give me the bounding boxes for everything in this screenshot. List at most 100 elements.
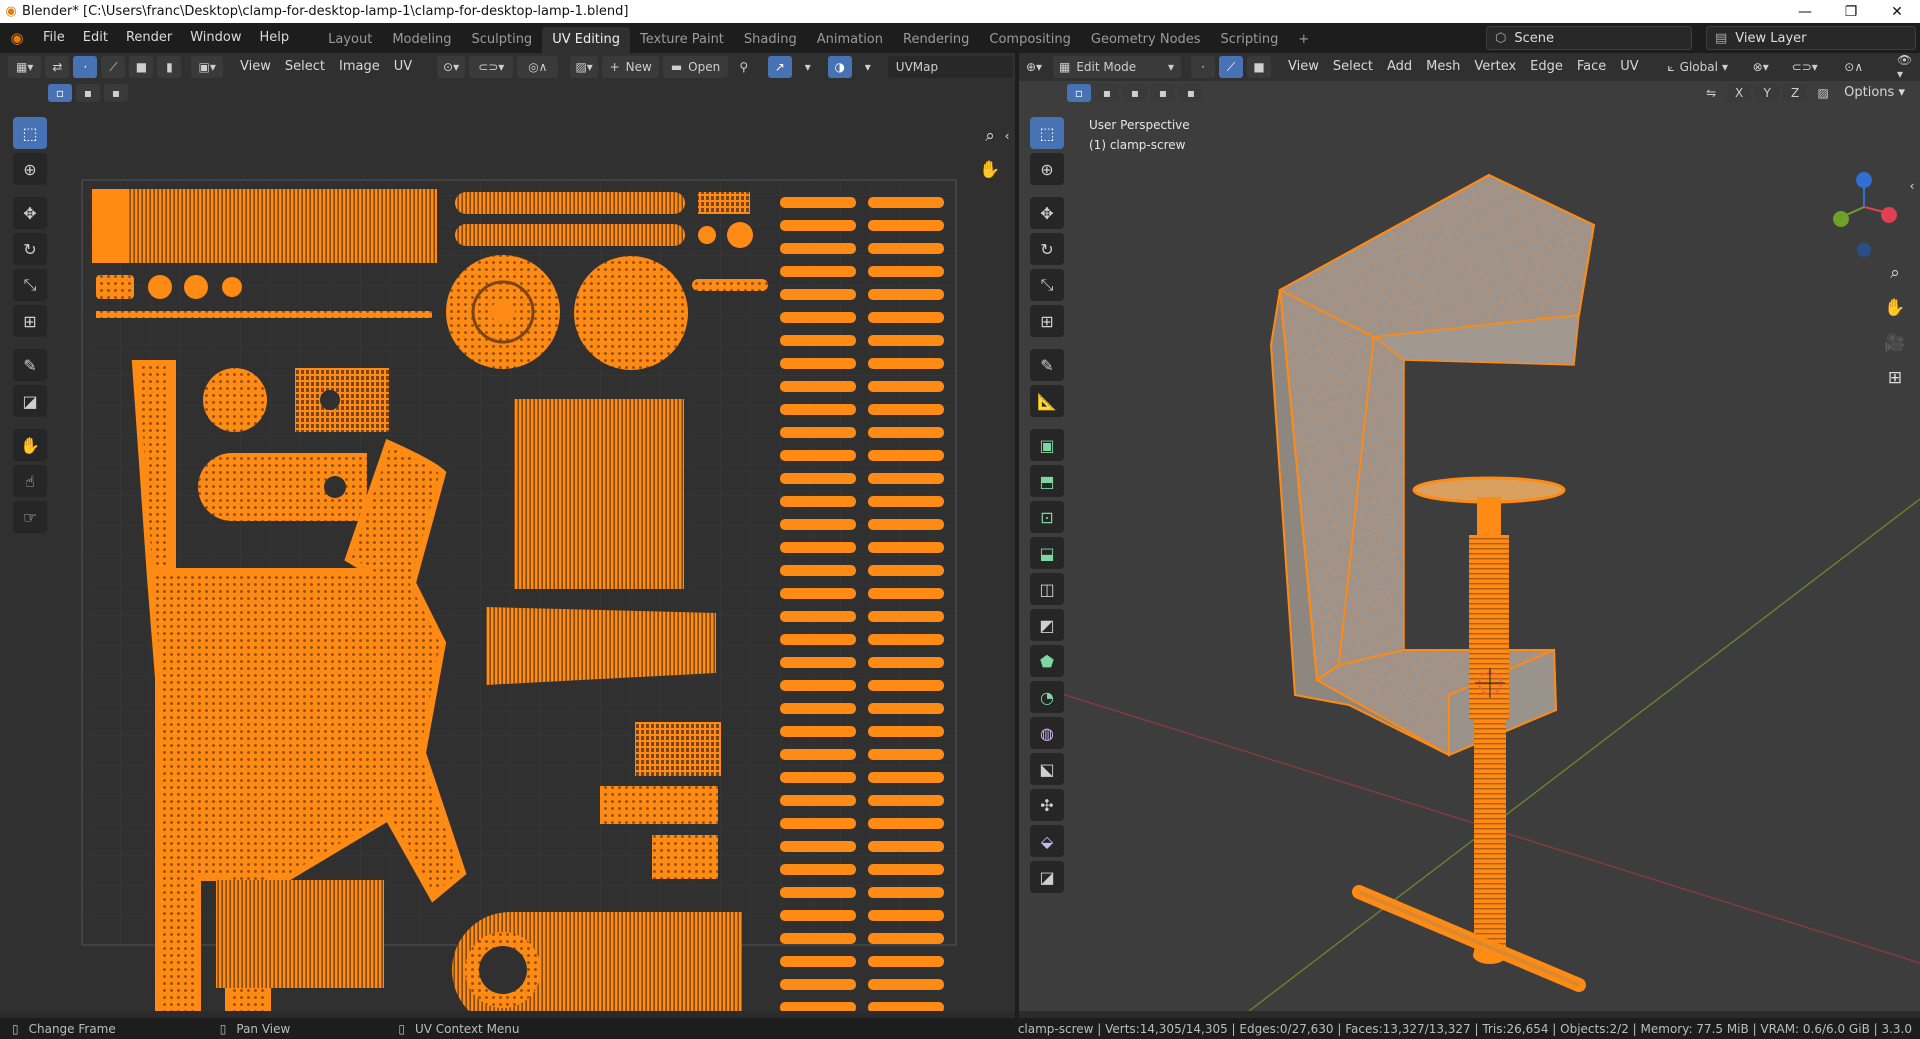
uv-menu-image[interactable]: Image [332, 56, 387, 78]
show-gizmo-icon[interactable]: 👁▾ [1894, 53, 1918, 81]
uv-edit-icon[interactable]: ▨ [1811, 84, 1835, 102]
overlay-icon[interactable]: ◑ [827, 56, 852, 78]
edge-select-icon[interactable]: ⟋ [101, 56, 126, 78]
open-image-button[interactable]: ▬ Open [663, 56, 728, 78]
sync-selection-icon[interactable]: ⇄ [45, 56, 70, 78]
island-select-icon[interactable]: ▮ [157, 56, 182, 78]
overlay-dropdown-icon[interactable]: ▾ [856, 56, 880, 78]
vp-select-extend-icon[interactable]: ▪ [1095, 84, 1119, 102]
tab-layout[interactable]: Layout [318, 27, 382, 53]
transform-orientation-selector[interactable]: ⟀ Global ▾ [1656, 56, 1740, 78]
edge-slide-tool-icon[interactable]: ⬕ [1030, 753, 1064, 785]
shear-tool-icon[interactable]: ⬙ [1030, 825, 1064, 857]
image-browse-icon[interactable]: ▨▾ [570, 56, 599, 78]
camera-view-icon[interactable]: 🎥 [1880, 328, 1910, 358]
vp-sidebar-toggle-icon[interactable]: ‹ [1905, 171, 1919, 201]
pan-hand-icon[interactable]: ✋ [975, 155, 1005, 185]
tab-uv-editing[interactable]: UV Editing [542, 27, 631, 53]
sticky-mode-icon[interactable]: ▣▾ [191, 56, 224, 78]
uv-sync-dropdown-icon[interactable]: ▾ [796, 56, 820, 78]
perspective-toggle-icon[interactable]: ⊞ [1880, 363, 1910, 393]
sidebar-toggle-icon[interactable]: ‹ [1000, 121, 1014, 151]
vp-select-subtract-icon[interactable]: ▪ [1123, 84, 1147, 102]
vp-pan-hand-icon[interactable]: ✋ [1880, 293, 1910, 323]
tab-scripting[interactable]: Scripting [1211, 27, 1289, 53]
spin-tool-icon[interactable]: ◔ [1030, 681, 1064, 713]
vp-select-invert-icon[interactable]: ▪ [1151, 84, 1175, 102]
vp-move-tool-icon[interactable]: ✥ [1030, 197, 1064, 229]
gizmo-y-axis[interactable] [1833, 211, 1849, 227]
minimize-button[interactable]: — [1782, 4, 1828, 20]
pivot-point-icon[interactable]: ⊗▾ [1744, 56, 1778, 78]
uv-menu-select[interactable]: Select [278, 56, 332, 78]
face-select-icon[interactable]: ■ [129, 56, 154, 78]
select-extend-icon[interactable]: ▪ [76, 84, 100, 102]
add-workspace-button[interactable]: + [1288, 27, 1319, 53]
edge-mode-icon[interactable]: ⟋ [1219, 56, 1243, 78]
mode-selector[interactable]: ▦ Edit Mode ▾ [1053, 56, 1181, 78]
extrude-tool-icon[interactable]: ⬒ [1030, 465, 1064, 497]
mirror-y-button[interactable]: Y [1755, 84, 1780, 102]
proportional-edit-icon[interactable]: ◎∧ [517, 56, 559, 78]
close-button[interactable]: ✕ [1874, 4, 1920, 20]
vp-select-box-tool-icon[interactable]: ⬚ [1030, 117, 1064, 149]
vp-menu-vertex[interactable]: Vertex [1467, 56, 1523, 78]
mirror-icon[interactable]: ⇋ [1699, 84, 1723, 102]
uv-menu-view[interactable]: View [233, 56, 278, 78]
vp-menu-face[interactable]: Face [1570, 56, 1613, 78]
gizmo-neg-z-axis[interactable] [1857, 243, 1871, 257]
mirror-z-button[interactable]: Z [1783, 84, 1808, 102]
vp-menu-mesh[interactable]: Mesh [1419, 56, 1467, 78]
gizmo-x-axis[interactable] [1881, 207, 1897, 223]
vp-menu-select[interactable]: Select [1326, 56, 1380, 78]
vp-menu-view[interactable]: View [1281, 56, 1326, 78]
pivot-icon[interactable]: ⊙▾ [437, 56, 466, 78]
knife-tool-icon[interactable]: ◩ [1030, 609, 1064, 641]
vp-transform-tool-icon[interactable]: ⊞ [1030, 305, 1064, 337]
tab-geometry-nodes[interactable]: Geometry Nodes [1081, 27, 1211, 53]
vp-scale-tool-icon[interactable]: ⤡ [1030, 269, 1064, 301]
vp-menu-edge[interactable]: Edge [1523, 56, 1570, 78]
editor-type-icon[interactable]: ▦▾ [8, 56, 42, 78]
select-subtract-icon[interactable]: ▪ [104, 84, 128, 102]
smooth-tool-icon[interactable]: ◍ [1030, 717, 1064, 749]
new-image-button[interactable]: + New [602, 56, 660, 78]
poly-build-tool-icon[interactable]: ⬟ [1030, 645, 1064, 677]
maximize-button[interactable]: ❐ [1828, 4, 1874, 20]
tab-modeling[interactable]: Modeling [382, 27, 461, 53]
vp-cursor-tool-icon[interactable]: ⊕ [1030, 153, 1064, 185]
view-layer-selector[interactable]: ▤ View Layer [1706, 26, 1916, 50]
loop-cut-tool-icon[interactable]: ◫ [1030, 573, 1064, 605]
uv-menu-uv[interactable]: UV [387, 56, 419, 78]
menu-file[interactable]: File [34, 23, 74, 53]
vp-select-intersect-icon[interactable]: ▪ [1179, 84, 1203, 102]
vp-measure-tool-icon[interactable]: 📐 [1030, 385, 1064, 417]
tab-shading[interactable]: Shading [734, 27, 807, 53]
menu-render[interactable]: Render [117, 23, 181, 53]
vp-annotate-tool-icon[interactable]: ✎ [1030, 349, 1064, 381]
gizmo-z-axis[interactable] [1856, 172, 1872, 188]
blender-menu-icon[interactable]: ◉ [0, 29, 34, 47]
menu-window[interactable]: Window [181, 23, 250, 53]
vp-menu-uv[interactable]: UV [1613, 56, 1645, 78]
menu-help[interactable]: Help [251, 23, 299, 53]
vertex-mode-icon[interactable]: · [1191, 56, 1215, 78]
tab-sculpting[interactable]: Sculpting [461, 27, 542, 53]
vp-rotate-tool-icon[interactable]: ↻ [1030, 233, 1064, 265]
rip-region-tool-icon[interactable]: ◪ [1030, 861, 1064, 893]
viewport-editor-type-icon[interactable]: ⊕▾ [1019, 56, 1049, 78]
options-dropdown[interactable]: Options ▾ [1837, 82, 1912, 104]
menu-edit[interactable]: Edit [74, 23, 117, 53]
vp-menu-add[interactable]: Add [1380, 56, 1419, 78]
navigation-gizmo[interactable] [1833, 172, 1897, 257]
uv-sync-icon[interactable]: ↗ [767, 56, 792, 78]
bevel-tool-icon[interactable]: ⬓ [1030, 537, 1064, 569]
select-new-icon[interactable]: ▫ [48, 84, 72, 102]
tab-compositing[interactable]: Compositing [979, 27, 1081, 53]
snapping-icon[interactable]: ⊂⊃▾ [1782, 56, 1828, 78]
shrink-tool-icon[interactable]: ✣ [1030, 789, 1064, 821]
scene-selector[interactable]: ⬡ Scene [1486, 26, 1692, 50]
add-cube-tool-icon[interactable]: ▣ [1030, 429, 1064, 461]
tab-animation[interactable]: Animation [807, 27, 893, 53]
uvmap-selector[interactable]: UVMap [887, 56, 1014, 78]
